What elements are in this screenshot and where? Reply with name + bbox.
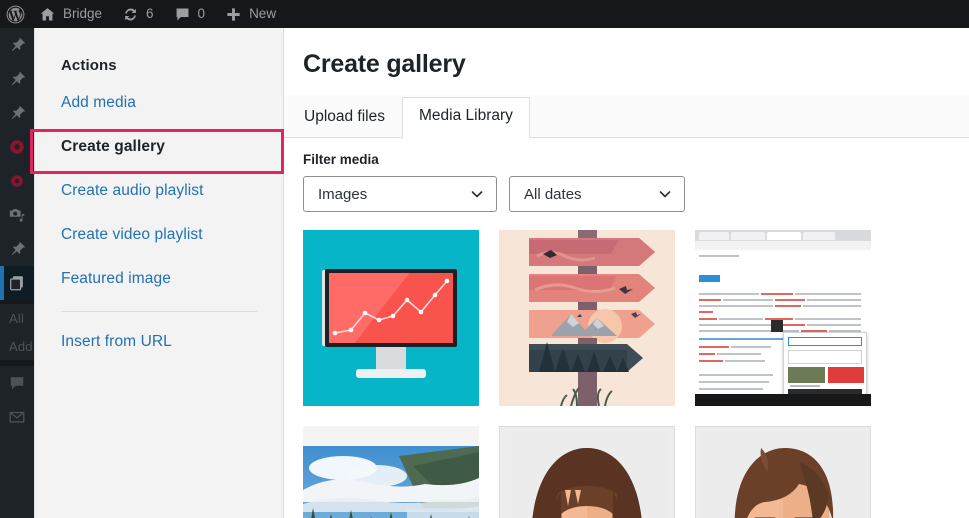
adminbar-item-new[interactable]: New (215, 0, 286, 28)
page-title: Create gallery (303, 50, 466, 78)
browser-screenshot-image (695, 230, 871, 406)
action-add-media[interactable]: Add media (35, 81, 283, 125)
action-create-audio-playlist[interactable]: Create audio playlist (35, 169, 283, 213)
sidebar-item-donut-2[interactable] (0, 164, 34, 198)
media-type-select[interactable]: Images (303, 176, 497, 212)
chevron-down-icon (658, 187, 672, 201)
chevron-down-icon (470, 187, 484, 201)
modal-main: Create gallery Upload files Media Librar… (284, 28, 969, 518)
attachments-grid (303, 230, 969, 518)
avatar-glasses-illustration (701, 432, 865, 518)
adminbar-site-label: Bridge (63, 6, 103, 21)
tab-upload-files[interactable]: Upload files (303, 98, 402, 137)
adminbar-item-site-name[interactable]: Bridge (29, 0, 112, 28)
adminbar-item-updates[interactable]: 6 (112, 0, 164, 28)
sidebar-item-pin-3[interactable] (0, 96, 34, 130)
tab-bar: Upload files Media Library (284, 95, 969, 138)
filter-media-label: Filter media (303, 152, 379, 167)
thumbnail-avatar-glasses[interactable] (695, 426, 871, 518)
sidebar-item-mail[interactable] (0, 400, 34, 434)
sidebar-submenu-add[interactable]: Add (0, 332, 34, 360)
action-create-gallery[interactable]: Create gallery (35, 125, 283, 169)
thumbnail-mountain-photo[interactable] (303, 426, 479, 518)
monitor-chart-illustration (303, 230, 479, 406)
action-create-video-playlist[interactable]: Create video playlist (35, 213, 283, 257)
sidebar-item-pin-1[interactable] (0, 28, 34, 62)
tab-media-library[interactable]: Media Library (402, 97, 530, 138)
adminbar-new-label: New (249, 6, 277, 21)
sidebar-item-pages[interactable] (0, 266, 34, 300)
mountain-landscape-photo (303, 426, 479, 518)
sidebar-item-media[interactable] (0, 198, 34, 232)
comment-icon (174, 6, 191, 23)
adminbar-updates-label: 6 (146, 6, 154, 21)
date-filter-value: All dates (524, 185, 582, 203)
wp-admin-sidebar: All Add (0, 28, 34, 518)
date-filter-select[interactable]: All dates (509, 176, 685, 212)
sidebar-divider (61, 311, 257, 312)
thumbnail-monitor-chart[interactable] (303, 230, 479, 406)
adminbar-item-comments[interactable]: 0 (164, 0, 216, 28)
sidebar-submenu: All Add (0, 300, 34, 366)
action-featured-image[interactable]: Featured image (35, 257, 283, 301)
plus-icon (225, 6, 242, 23)
home-icon (39, 6, 56, 23)
thumbnail-signpost[interactable] (499, 230, 675, 406)
screen: Bridge 6 0 New All Add Actions Add media… (0, 0, 969, 518)
sidebar-submenu-all[interactable]: All (0, 304, 34, 332)
wordpress-logo-icon[interactable] (0, 0, 29, 28)
media-modal: Actions Add media Create gallery Create … (30, 28, 969, 518)
wp-admin-bar: Bridge 6 0 New (0, 0, 969, 28)
adminbar-comments-label: 0 (197, 6, 206, 21)
avatar-bob-illustration (505, 432, 669, 518)
filter-controls: Images All dates (303, 176, 969, 212)
filter-section: Filter media Images All dates (284, 138, 969, 212)
sidebar-item-pin-2[interactable] (0, 62, 34, 96)
media-type-value: Images (318, 185, 368, 203)
actions-heading: Actions (61, 57, 117, 74)
action-insert-from-url[interactable]: Insert from URL (35, 320, 283, 364)
sidebar-item-comments[interactable] (0, 366, 34, 400)
sidebar-item-donut-1[interactable] (0, 130, 34, 164)
updates-icon (122, 6, 139, 23)
modal-sidebar: Actions Add media Create gallery Create … (30, 28, 284, 518)
signpost-landscape-illustration (499, 230, 675, 406)
sidebar-item-pin-4[interactable] (0, 232, 34, 266)
thumbnail-browser-screenshot[interactable] (695, 230, 871, 406)
thumbnail-avatar-bob[interactable] (499, 426, 675, 518)
